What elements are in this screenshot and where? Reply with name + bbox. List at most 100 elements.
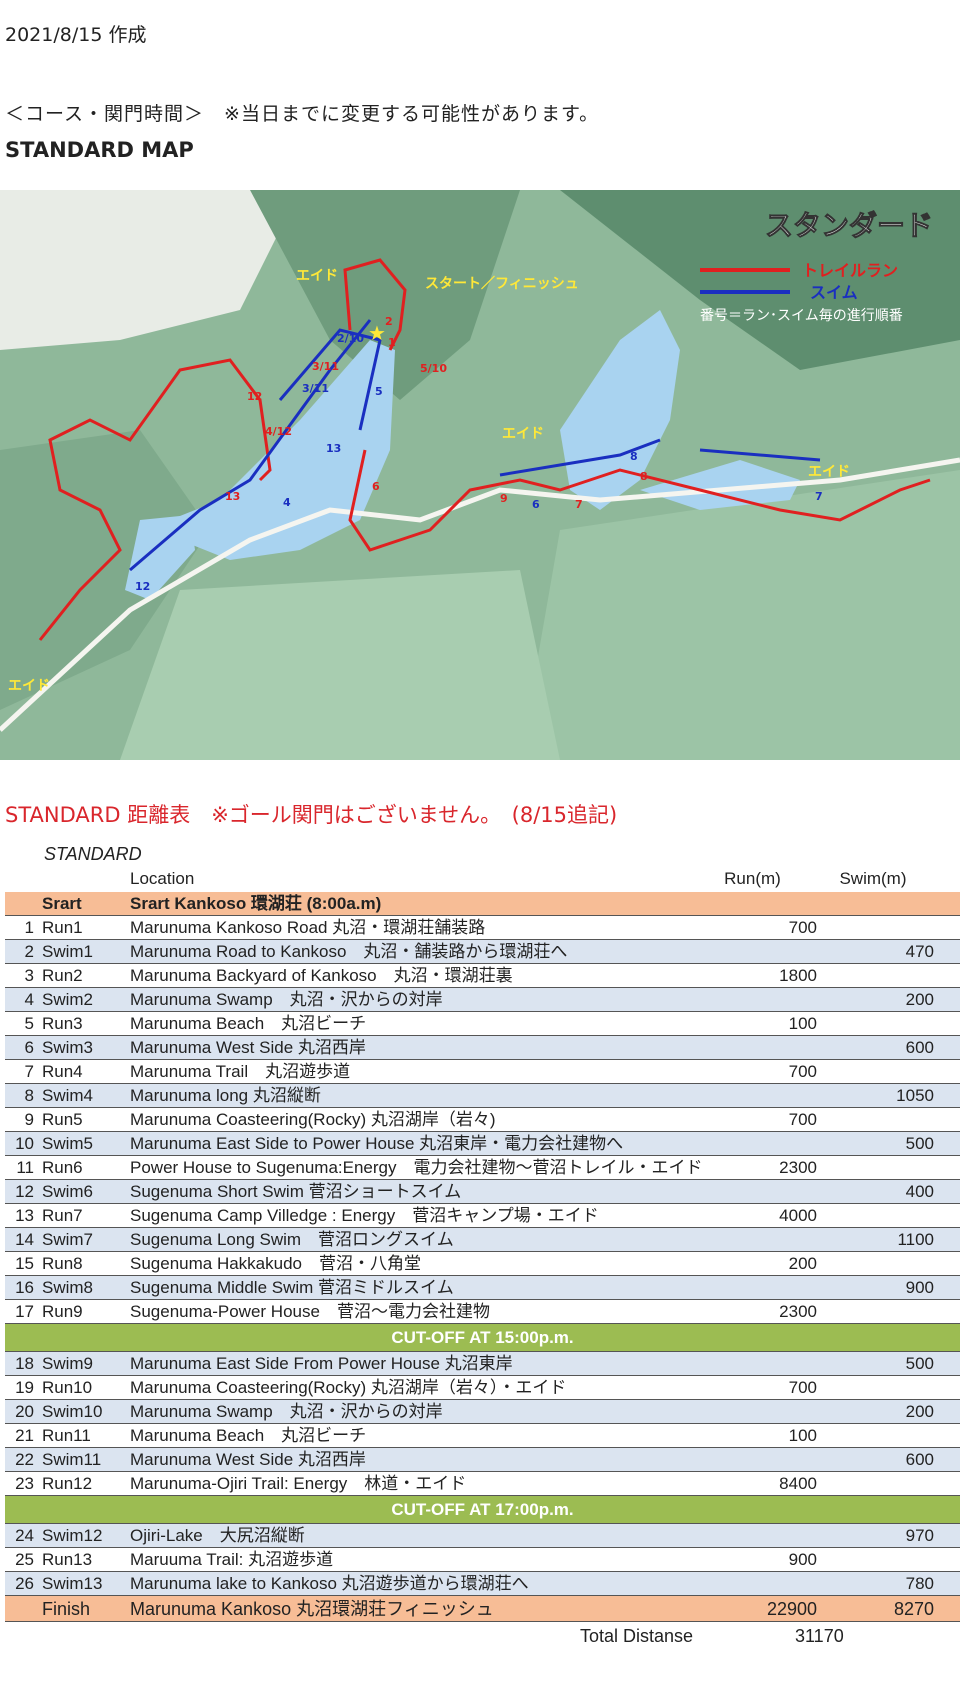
row-number: 25: [15, 1550, 34, 1569]
row-run: 2300: [779, 1302, 817, 1321]
row-swim: 400: [905, 1182, 934, 1201]
row-segment: Swim10: [42, 1402, 103, 1421]
cutoff-row-2: CUT-OFF AT 17:00p.m.: [5, 1496, 960, 1524]
start-segment: Srart: [42, 894, 82, 913]
map-title: STANDARD MAP: [5, 138, 194, 162]
row-swim: 200: [905, 1402, 934, 1421]
row-run: 4000: [779, 1206, 817, 1225]
row-number: 20: [15, 1402, 34, 1421]
table-row: 6 Swim3 Marunuma West Side 丸沼西岸 600: [5, 1036, 960, 1060]
marker-12-swim: 12: [135, 580, 150, 593]
row-segment: Run3: [42, 1014, 83, 1033]
row-number: 9: [24, 1110, 34, 1129]
table-row: 16 Swim8 Sugenuma Middle Swim 菅沼ミドルスイム 900: [5, 1276, 960, 1300]
row-number: 8: [24, 1086, 34, 1105]
cutoff-row-1: CUT-OFF AT 15:00p.m.: [5, 1324, 960, 1352]
row-segment: Swim4: [42, 1086, 94, 1105]
row-segment: Swim11: [42, 1450, 102, 1469]
table-row: 7 Run4 Marunuma Trail 丸沼遊歩道 700: [5, 1060, 960, 1084]
row-location: Maruuma Trail: 丸沼遊歩道: [130, 1550, 334, 1569]
row-number: 6: [24, 1038, 34, 1057]
row-segment: Run6: [42, 1158, 83, 1177]
total-row: Total Distanse 31170: [5, 1622, 960, 1650]
table-row: 14 Swim7 Sugenuma Long Swim 菅沼ロングスイム 1100: [5, 1228, 960, 1252]
table-row: 24 Swim12 Ojiri-Lake 大尻沼縦断 970: [5, 1524, 960, 1548]
row-number: 22: [15, 1450, 34, 1469]
row-number: 14: [15, 1230, 34, 1249]
marker-5-10: 5/10: [420, 362, 447, 375]
row-location: Marunuma long 丸沼縦断: [130, 1086, 321, 1105]
row-number: 23: [15, 1474, 34, 1493]
row-number: 24: [15, 1526, 34, 1545]
table-row: 26 Swim13 Marunuma lake to Kankoso 丸沼遊歩道から…: [5, 1572, 960, 1596]
row-number: 16: [15, 1278, 34, 1297]
row-number: 7: [24, 1062, 34, 1081]
row-location: Sugenuma Short Swim 菅沼ショートスイム: [130, 1182, 462, 1201]
start-row: Srart Srart Kankoso 環湖荘 (8:00a.m): [5, 892, 960, 916]
finish-run-total: 22900: [766, 1599, 817, 1619]
table-row: 4 Swim2 Marunuma Swamp 丸沼・沢からの対岸 200: [5, 988, 960, 1012]
marker-13-swim: 13: [326, 442, 341, 455]
cutoff-1-label: CUT-OFF AT 15:00p.m.: [391, 1328, 574, 1347]
row-location: Sugenuma-Power House 菅沼～電力会社建物: [130, 1302, 490, 1321]
aid-label-4: エイド: [8, 678, 50, 694]
row-run: 100: [788, 1426, 817, 1445]
row-location: Sugenuma Camp Villedge : Energy 菅沼キャンプ場・…: [130, 1206, 599, 1225]
row-run: 700: [788, 1110, 817, 1129]
marker-3-11-run: 3/11: [312, 360, 339, 373]
col-swim: Swim(m): [839, 869, 907, 888]
course-map: スタンダード トレイルラン スイム 番号＝ラン･スイム毎の進行順番 エイド スタ…: [0, 190, 960, 760]
row-swim: 1050: [896, 1086, 934, 1105]
marker-2: 2: [385, 315, 393, 328]
row-location: Power House to Sugenuma:Energy 電力会社建物～菅沼…: [130, 1158, 703, 1177]
row-location: Marunuma East Side From Power House 丸沼東岸: [130, 1354, 513, 1373]
segment-rows-a: 1 Run1 Marunuma Kankoso Road 丸沼・環湖荘舗装路 700 2…: [5, 916, 960, 1324]
row-location: Marunuma Beach 丸沼ビーチ: [130, 1014, 367, 1033]
table-row: 3 Run2 Marunuma Backyard of Kankoso 丸沼・環湖荘…: [5, 964, 960, 988]
segment-rows-c: 24 Swim12 Ojiri-Lake 大尻沼縦断 970 25 Run13 Maruum…: [5, 1524, 960, 1596]
row-number: 15: [15, 1254, 34, 1273]
row-number: 13: [15, 1206, 34, 1225]
start-location: Srart Kankoso 環湖荘 (8:00a.m): [130, 894, 382, 913]
row-segment: Run12: [42, 1474, 93, 1493]
row-segment: Run10: [42, 1378, 93, 1397]
table-row: 21 Run11 Marunuma Beach 丸沼ビーチ 100: [5, 1424, 960, 1448]
col-run: Run(m): [724, 869, 781, 888]
table-row: 20 Swim10 Marunuma Swamp 丸沼・沢からの対岸 200: [5, 1400, 960, 1424]
start-finish-label: スタート／フィニッシュ: [425, 276, 579, 292]
table-row: 9 Run5 Marunuma Coasteering(Rocky) 丸沼湖岸（岩々…: [5, 1108, 960, 1132]
row-number: 12: [15, 1182, 34, 1201]
row-swim: 200: [905, 990, 934, 1009]
row-segment: Swim5: [42, 1134, 94, 1153]
row-segment: Run8: [42, 1254, 83, 1273]
row-number: 21: [15, 1426, 34, 1445]
row-location: Marunuma East Side to Power House 丸沼東岸・電…: [130, 1134, 624, 1153]
row-location: Marunuma Trail 丸沼遊歩道: [130, 1062, 351, 1081]
row-number: 3: [24, 966, 34, 985]
aid-label-1: エイド: [296, 268, 338, 284]
table-row: 25 Run13 Maruuma Trail: 丸沼遊歩道 900: [5, 1548, 960, 1572]
start-star-icon: ★: [368, 321, 386, 345]
row-run: 100: [788, 1014, 817, 1033]
row-swim: 600: [905, 1450, 934, 1469]
finish-segment: Finish: [42, 1599, 91, 1619]
row-location: Marunuma-Ojiri Trail: Energy 林道・エイド: [130, 1474, 467, 1493]
table-row: 19 Run10 Marunuma Coasteering(Rocky) 丸沼湖岸（…: [5, 1376, 960, 1400]
aid-label-2: エイド: [502, 426, 544, 442]
row-location: Marunuma Coasteering(Rocky) 丸沼湖岸（岩々）・エイド: [130, 1378, 567, 1397]
row-location: Marunuma West Side 丸沼西岸: [130, 1450, 366, 1469]
row-number: 17: [15, 1302, 34, 1321]
row-segment: Swim12: [42, 1526, 103, 1545]
table-row: 17 Run9 Sugenuma-Power House 菅沼～電力会社建物 2300: [5, 1300, 960, 1324]
marker-12: 12: [247, 390, 262, 403]
map-legend-title: スタンダード: [765, 209, 933, 242]
row-number: 19: [15, 1378, 34, 1397]
legend-note: 番号＝ラン･スイム毎の進行順番: [700, 308, 903, 324]
row-number: 26: [15, 1574, 34, 1593]
row-swim: 900: [905, 1278, 934, 1297]
marker-6: 6: [372, 480, 380, 493]
table-row: 15 Run8 Sugenuma Hakkakudo 菅沼・八角堂 200: [5, 1252, 960, 1276]
row-location: Sugenuma Long Swim 菅沼ロングスイム: [130, 1230, 454, 1249]
row-number: 18: [15, 1354, 34, 1373]
total-value: 31170: [795, 1626, 844, 1646]
